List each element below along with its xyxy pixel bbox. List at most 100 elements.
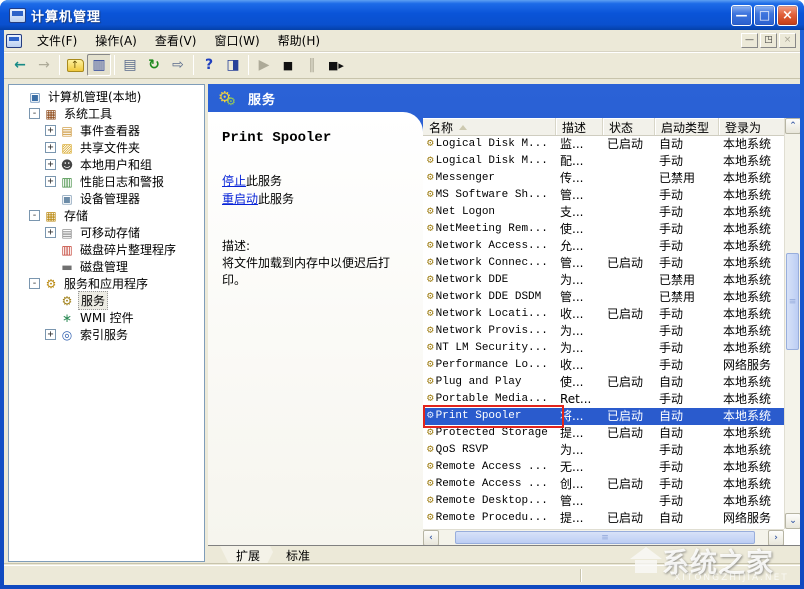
- console-tree[interactable]: ▣计算机管理(本地)-▦系统工具+▤事件查看器+▨共享文件夹+☻本地用户和组+▥…: [8, 84, 205, 562]
- tree-item-shared-folders[interactable]: +▨共享文件夹: [9, 139, 204, 156]
- mdi-close-button[interactable]: ×: [779, 33, 796, 48]
- service-row[interactable]: ⚙Network Locati...收...已启动手动本地系统: [423, 306, 784, 323]
- start-service-button[interactable]: ▶: [252, 54, 276, 76]
- vertical-scrollbar[interactable]: ⌃ ⌄: [784, 118, 800, 529]
- service-name-text: Net Logon: [436, 204, 495, 221]
- service-row[interactable]: ⚙Network DDE为...已禁用本地系统: [423, 272, 784, 289]
- column-header-1[interactable]: 描述: [556, 118, 603, 135]
- show-console-tree-button[interactable]: ▥: [87, 54, 111, 76]
- service-row[interactable]: ⚙Print Spooler将...已启动自动本地系统: [423, 408, 784, 425]
- tree-item-services[interactable]: ⚙服务: [9, 292, 204, 309]
- service-startup-cell: 手动: [655, 255, 719, 272]
- tree-item-defragmenter[interactable]: ▥磁盘碎片整理程序: [9, 241, 204, 258]
- expand-icon[interactable]: +: [45, 329, 56, 340]
- pause-service-button[interactable]: ‖: [300, 54, 324, 76]
- service-row[interactable]: ⚙Logical Disk M...配...手动本地系统: [423, 153, 784, 170]
- back-button[interactable]: ←: [8, 54, 32, 76]
- extended-view-button[interactable]: ◨: [221, 54, 245, 76]
- tab-extended[interactable]: 扩展: [220, 546, 276, 564]
- scroll-right-button[interactable]: ›: [768, 530, 784, 545]
- column-header-2[interactable]: 状态: [603, 118, 655, 135]
- maximize-button[interactable]: □: [754, 5, 775, 26]
- tab-standard[interactable]: 标准: [270, 546, 326, 564]
- tree-item-wmi-control[interactable]: ∗WMI 控件: [9, 309, 204, 326]
- horizontal-scrollbar[interactable]: ‹ ›: [423, 529, 784, 545]
- menu-file[interactable]: 文件(F): [28, 30, 86, 51]
- horizontal-scroll-thumb[interactable]: [455, 531, 755, 544]
- properties-button[interactable]: ▤: [118, 54, 142, 76]
- export-list-button[interactable]: ⇨: [166, 54, 190, 76]
- service-row[interactable]: ⚙Network Provis...为...手动本地系统: [423, 323, 784, 340]
- collapse-icon[interactable]: -: [29, 108, 40, 119]
- minimize-button[interactable]: —: [731, 5, 752, 26]
- service-row[interactable]: ⚙Plug and Play使...已启动自动本地系统: [423, 374, 784, 391]
- restart-service-link[interactable]: 重启动: [222, 192, 258, 206]
- column-header-4[interactable]: 登录为: [719, 118, 784, 135]
- service-row[interactable]: ⚙Network DDE DSDM管...已禁用本地系统: [423, 289, 784, 306]
- vertical-scroll-thumb[interactable]: [786, 253, 799, 350]
- scroll-down-button[interactable]: ⌄: [785, 513, 800, 529]
- tree-item-indexing-service[interactable]: +◎索引服务: [9, 326, 204, 343]
- service-gear-icon: ⚙: [427, 459, 434, 476]
- tree-item-device-manager[interactable]: ▣设备管理器: [9, 190, 204, 207]
- expand-icon[interactable]: +: [45, 227, 56, 238]
- titlebar[interactable]: 计算机管理 — □ ×: [0, 0, 804, 30]
- scroll-left-button[interactable]: ‹: [423, 530, 439, 545]
- service-row[interactable]: ⚙Remote Access ...无...手动本地系统: [423, 459, 784, 476]
- help-button[interactable]: ?: [197, 54, 221, 76]
- tree-item-computer[interactable]: ▣计算机管理(本地): [9, 88, 204, 105]
- scroll-up-button[interactable]: ⌃: [785, 118, 800, 134]
- service-row[interactable]: ⚙Logical Disk M...监...已启动自动本地系统: [423, 136, 784, 153]
- service-logon-cell: 本地系统: [719, 289, 784, 306]
- tree-item-services-apps[interactable]: -⚙服务和应用程序: [9, 275, 204, 292]
- expand-icon[interactable]: +: [45, 142, 56, 153]
- restart-service-button[interactable]: ■▸: [324, 54, 348, 76]
- expand-icon[interactable]: +: [45, 125, 56, 136]
- service-row[interactable]: ⚙Protected Storage提...已启动自动本地系统: [423, 425, 784, 442]
- mdi-minimize-button[interactable]: —: [741, 33, 758, 48]
- service-name-text: Plug and Play: [436, 374, 522, 391]
- collapse-icon[interactable]: -: [29, 278, 40, 289]
- tree-item-system-tools[interactable]: -▦系统工具: [9, 105, 204, 122]
- tree-item-removable-storage[interactable]: +▤可移动存储: [9, 224, 204, 241]
- service-row[interactable]: ⚙Remote Access ...创...已启动手动本地系统: [423, 476, 784, 493]
- tree-item-performance-logs[interactable]: +▥性能日志和警报: [9, 173, 204, 190]
- service-row[interactable]: ⚙NetMeeting Rem...使...手动本地系统: [423, 221, 784, 238]
- service-row[interactable]: ⚙NT LM Security...为...手动本地系统: [423, 340, 784, 357]
- service-name-text: Logical Disk M...: [436, 136, 548, 153]
- service-row[interactable]: ⚙Network Access...允...手动本地系统: [423, 238, 784, 255]
- tree-item-storage[interactable]: -▦存储: [9, 207, 204, 224]
- service-startup-cell: 手动: [655, 153, 719, 170]
- service-logon-cell: 网络服务: [719, 357, 784, 374]
- column-header-3[interactable]: 启动类型: [655, 118, 719, 135]
- service-row[interactable]: ⚙Messenger传...已禁用本地系统: [423, 170, 784, 187]
- service-row[interactable]: ⚙Performance Lo...收...手动网络服务: [423, 357, 784, 374]
- service-row[interactable]: ⚙QoS RSVP为...手动本地系统: [423, 442, 784, 459]
- service-row[interactable]: ⚙Portable Media...Ret...手动本地系统: [423, 391, 784, 408]
- expand-icon[interactable]: +: [45, 159, 56, 170]
- menu-window[interactable]: 窗口(W): [205, 30, 268, 51]
- collapse-icon[interactable]: -: [29, 210, 40, 221]
- menu-view[interactable]: 查看(V): [146, 30, 206, 51]
- refresh-button[interactable]: ↻: [142, 54, 166, 76]
- menu-action[interactable]: 操作(A): [86, 30, 146, 51]
- service-row[interactable]: ⚙Remote Procedu...提...已启动自动网络服务: [423, 510, 784, 527]
- tree-item-local-users[interactable]: +☻本地用户和组: [9, 156, 204, 173]
- stop-service-link[interactable]: 停止: [222, 174, 246, 188]
- tree-item-disk-management[interactable]: ▬磁盘管理: [9, 258, 204, 275]
- service-row[interactable]: ⚙Remote Desktop...管...手动本地系统: [423, 493, 784, 510]
- tree-item-event-viewer[interactable]: +▤事件查看器: [9, 122, 204, 139]
- menu-help[interactable]: 帮助(H): [269, 30, 329, 51]
- up-one-level-button[interactable]: ↑: [63, 54, 87, 76]
- service-row[interactable]: ⚙Net Logon支...手动本地系统: [423, 204, 784, 221]
- service-row[interactable]: ⚙Network Connec...管...已启动手动本地系统: [423, 255, 784, 272]
- tree-spacer: [45, 261, 56, 272]
- stop-service-button[interactable]: ■: [276, 54, 300, 76]
- expand-icon[interactable]: +: [45, 176, 56, 187]
- service-name-cell: ⚙Performance Lo...: [423, 357, 556, 374]
- mdi-restore-button[interactable]: ◳: [760, 33, 777, 48]
- close-button[interactable]: ×: [777, 5, 798, 26]
- column-header-0[interactable]: 名称: [423, 118, 556, 135]
- forward-button[interactable]: →: [32, 54, 56, 76]
- service-row[interactable]: ⚙MS Software Sh...管...手动本地系统: [423, 187, 784, 204]
